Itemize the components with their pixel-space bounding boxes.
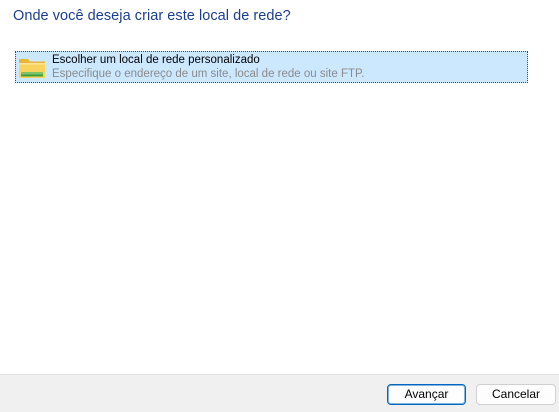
page-title: Onde você deseja criar este local de red… bbox=[13, 8, 291, 24]
option-title: Escolher um local de rede personalizado bbox=[52, 54, 260, 66]
cancel-button[interactable]: Cancelar bbox=[476, 384, 556, 405]
folder-icon bbox=[19, 59, 45, 78]
next-button[interactable]: Avançar bbox=[387, 384, 466, 405]
location-option-list: Escolher um local de rede personalizado … bbox=[15, 51, 528, 83]
wizard-footer: Avançar Cancelar bbox=[0, 374, 559, 412]
option-description: Especifique o endereço de um site, local… bbox=[52, 68, 365, 80]
option-custom-network-location[interactable]: Escolher um local de rede personalizado … bbox=[15, 51, 528, 83]
